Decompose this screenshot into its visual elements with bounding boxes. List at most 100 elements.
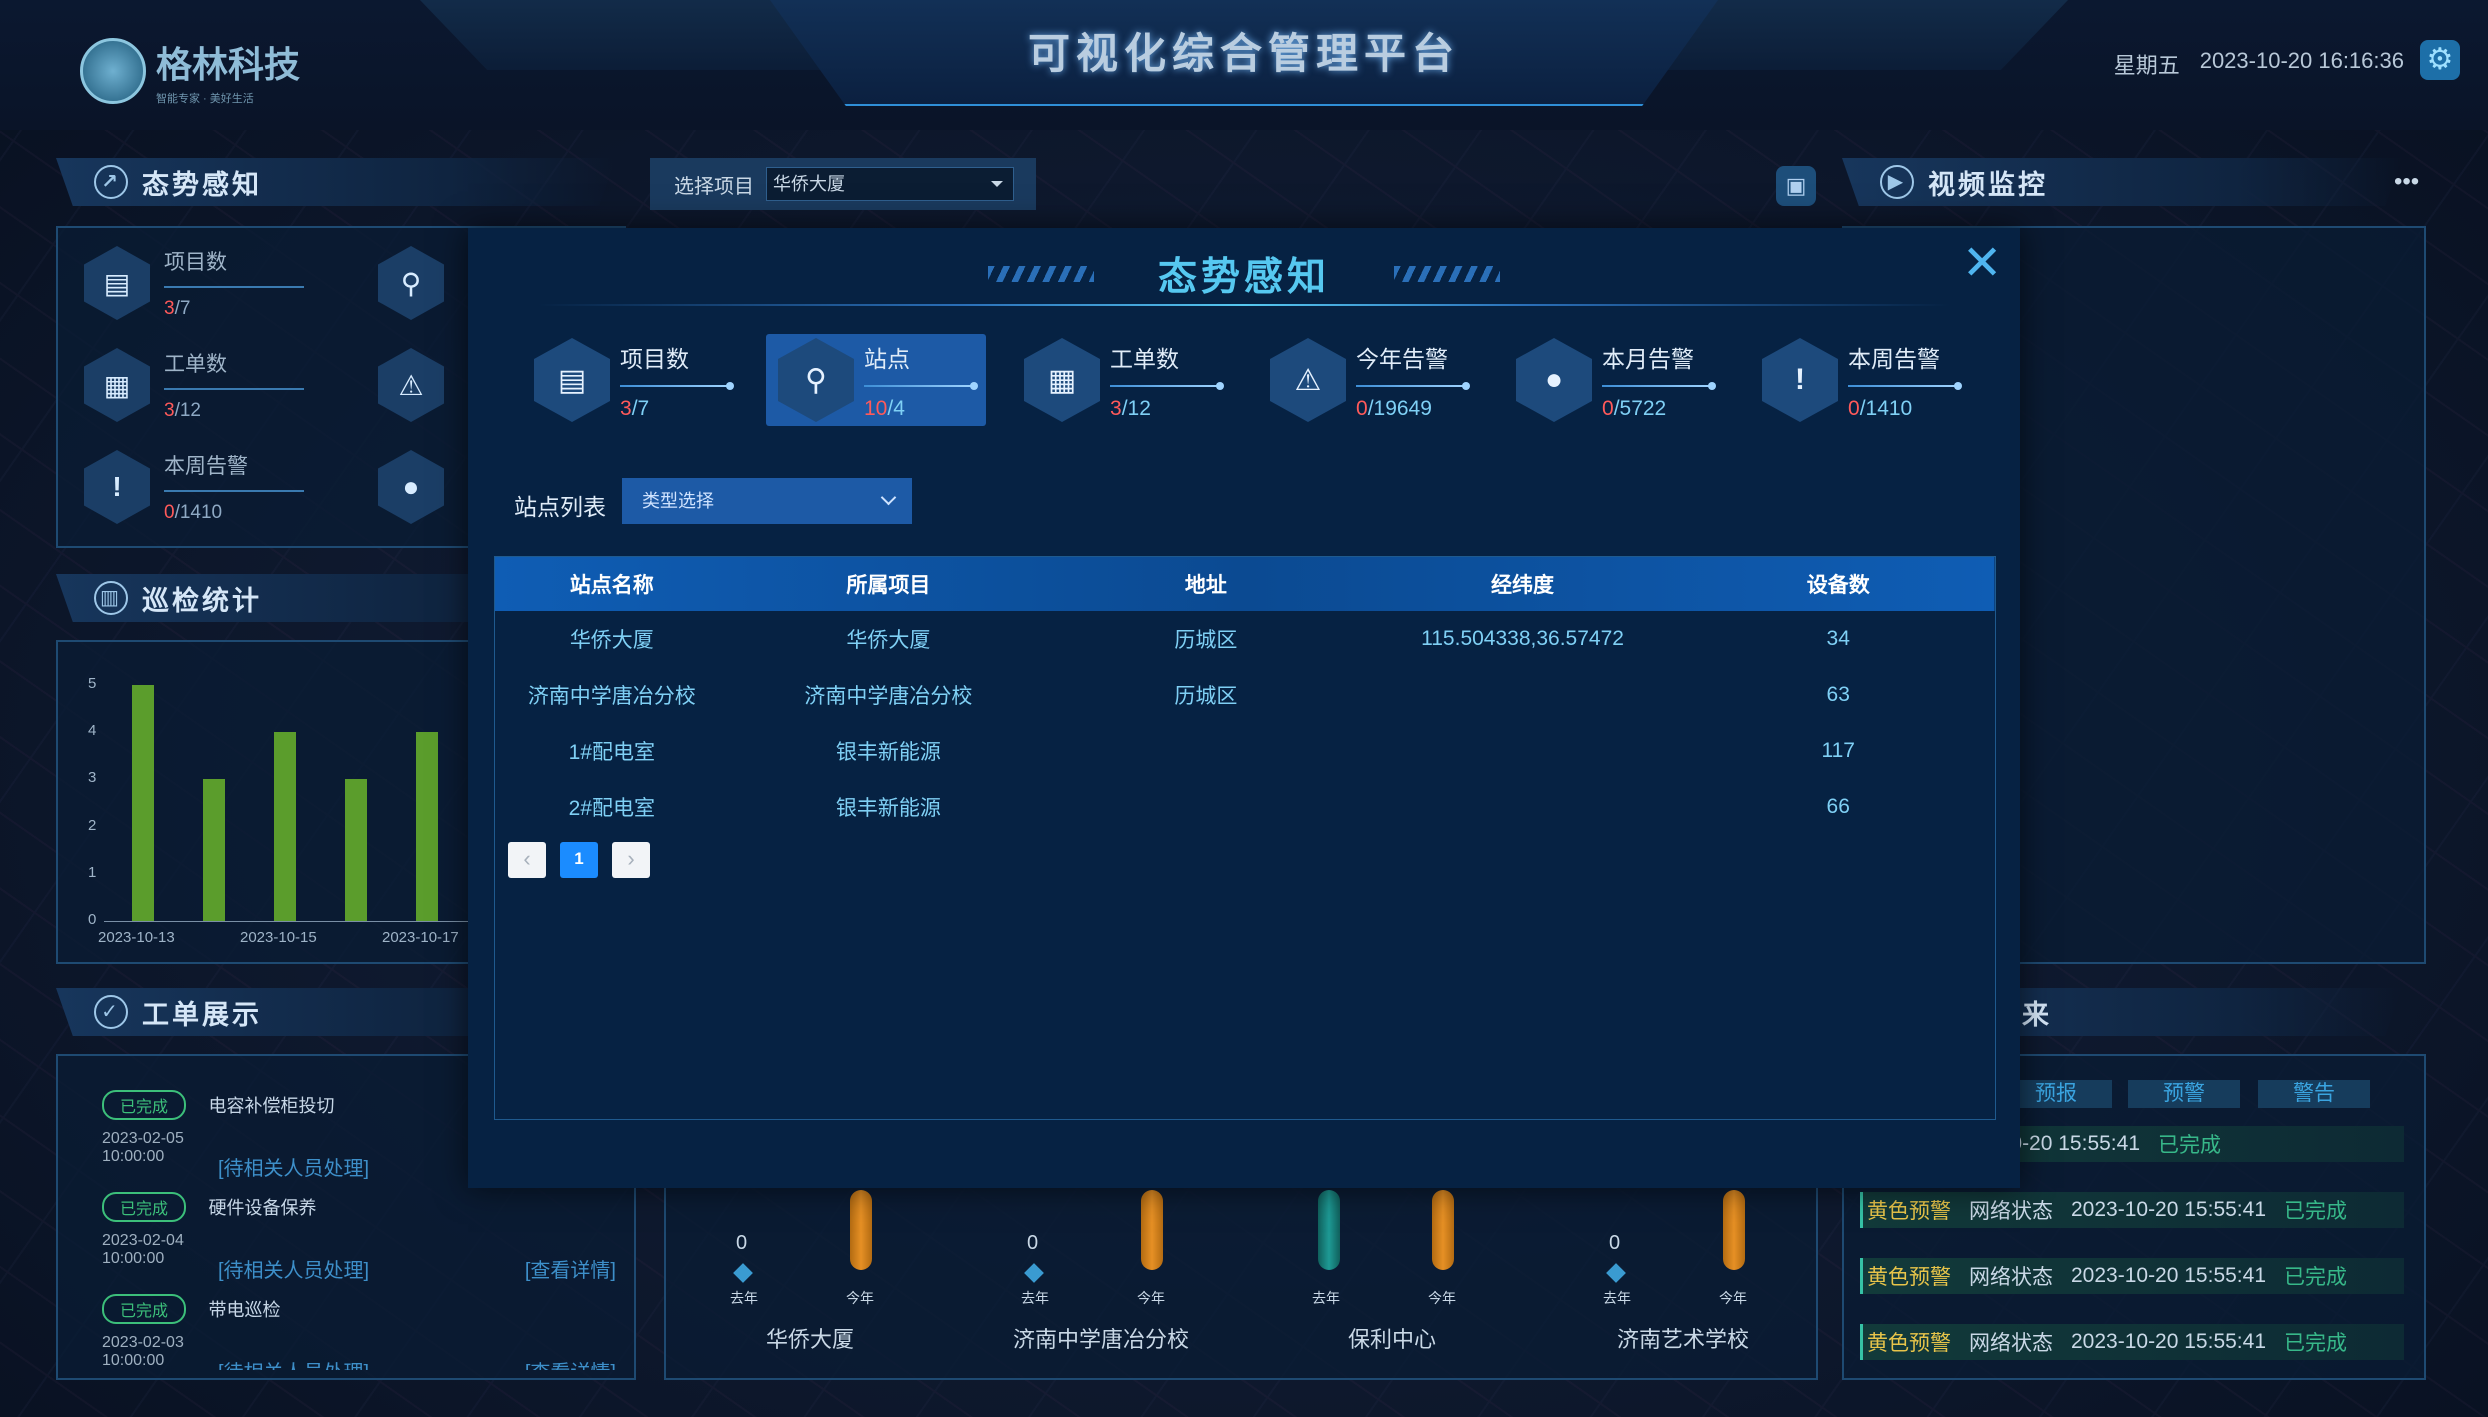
exclamation-icon: !	[84, 450, 150, 524]
stat-label: 本月告警	[1602, 345, 1694, 372]
close-icon[interactable]: ✕	[1962, 240, 2002, 288]
column-header[interactable]: 站点名称	[495, 557, 729, 611]
map-icon[interactable]: ▣	[1776, 166, 1816, 206]
alerts-title-text: 来	[2022, 999, 2052, 1030]
inspection-bar[interactable]	[274, 732, 296, 921]
play-icon: ▶	[1880, 165, 1914, 199]
stat-value: 3/12	[1110, 396, 1151, 420]
workorder-item[interactable]: 已完成 硬件设备保养 2023-02-04 10:00:00 [待相关人员处理] …	[70, 1192, 616, 1282]
mini-stat-line	[164, 490, 304, 492]
settings-gear-icon[interactable]: ⚙	[2420, 40, 2460, 80]
mini-stat-label: 本周告警	[164, 455, 248, 478]
column-header[interactable]: 地址	[1048, 557, 1364, 611]
last-year-label: 去年	[1603, 1290, 1631, 1306]
this-year-label: 今年	[1428, 1290, 1456, 1306]
column-header[interactable]: 经纬度	[1364, 557, 1682, 611]
tab-alarm[interactable]: 警告	[2258, 1080, 2370, 1108]
table-cell: 华侨大厦	[846, 629, 931, 652]
next-page-button[interactable]: ›	[612, 842, 650, 878]
page-button-current[interactable]: 1	[560, 842, 598, 878]
site-list-label: 站点列表	[514, 494, 606, 520]
last-year-label: 去年	[1021, 1290, 1049, 1306]
mini-stat-value: 3/12	[164, 400, 201, 421]
last-year-value: 0	[736, 1232, 748, 1254]
alert-row[interactable]: 黄色预警 网络状态 2023-10-20 15:55:41 已完成	[1860, 1258, 2404, 1294]
datetime: 星期五 2023-10-20 16:16:36	[2114, 48, 2404, 80]
alert-status: 已完成	[2284, 1266, 2347, 1289]
exclamation-icon: !	[1762, 338, 1838, 422]
y-tick-label: 0	[88, 911, 97, 928]
alert-level: 黄色预警	[1867, 1200, 1951, 1223]
view-details-link[interactable]: [查看详情]	[525, 1254, 616, 1283]
status-badge: 已完成	[102, 1192, 187, 1222]
stat-card-sites[interactable]: ⚲ 站点 10/4	[766, 334, 986, 426]
project-select-dropdown[interactable]: 华侨大厦	[766, 167, 1014, 201]
more-icon[interactable]: •••	[2394, 168, 2419, 196]
tab-warning[interactable]: 预警	[2128, 1080, 2240, 1108]
this-year-bar	[1723, 1190, 1745, 1270]
project-name-label: 济南中学唐冶分校	[1012, 1327, 1189, 1352]
alert-row[interactable]: 黄色预警 网络状态 2023-10-20 15:55:41 已完成	[1860, 1324, 2404, 1360]
type-select-dropdown[interactable]: 类型选择	[622, 478, 912, 524]
workorder-title-text: 工单展示	[142, 999, 262, 1030]
x-axis-line	[104, 921, 488, 922]
stat-label: 项目数	[620, 345, 689, 372]
table-cell	[1364, 667, 1682, 723]
stat-card-projects[interactable]: ▤ 项目数 3/7	[522, 334, 742, 426]
mini-stat-projects[interactable]: ▤ 项目数 3/7	[84, 246, 304, 320]
alert-time: 2023-10-20 15:55:41	[2071, 1198, 2266, 1221]
stat-card-workorders[interactable]: ▦ 工单数 3/12	[1012, 334, 1232, 426]
project-name-label: 保利中心	[1347, 1327, 1436, 1352]
stat-line	[1602, 381, 1716, 390]
document-icon: ▤	[534, 338, 610, 422]
clipboard-icon: ▦	[84, 348, 150, 422]
table-cell	[1364, 723, 1682, 779]
mini-stat-label: 项目数	[164, 251, 227, 274]
table-row[interactable]: 华侨大厦 华侨大厦 历城区 115.504338,36.57472 34	[495, 611, 1995, 667]
bar-chart-icon: ▥	[94, 581, 128, 615]
table-row[interactable]: 济南中学唐冶分校 济南中学唐冶分校 历城区 63	[495, 667, 1995, 723]
workorder-item[interactable]: 已完成 带电巡检 2023-02-0310:00:00 [待相关人员处理] [查…	[70, 1294, 616, 1370]
stat-card-week-alerts[interactable]: ! 本周告警 0/1410	[1750, 334, 1970, 426]
video-title-text: 视频监控	[1928, 169, 2048, 200]
stat-card-month-alerts[interactable]: ● 本月告警 0/5722	[1504, 334, 1724, 426]
y-tick-label: 1	[88, 863, 97, 881]
table-row[interactable]: 1#配电室 银丰新能源 117	[495, 723, 1995, 779]
table-cell: 银丰新能源	[835, 797, 941, 820]
clipboard-icon: ▦	[1024, 338, 1100, 422]
last-year-bar	[1318, 1190, 1340, 1270]
workorder-pending: [待相关人员处理]	[218, 1158, 370, 1180]
this-year-bar	[850, 1190, 872, 1270]
column-header[interactable]: 设备数	[1681, 557, 1995, 611]
mini-stat-workorders[interactable]: ▦ 工单数 3/12	[84, 348, 304, 422]
stat-card-year-alerts[interactable]: ⚠ 今年告警 0/19649	[1258, 334, 1478, 426]
workorder-date: 2023-02-03 10:00:00	[102, 1334, 184, 1369]
inspection-bar[interactable]	[203, 779, 225, 921]
workorder-date: 2023-02-05 10:00:00	[102, 1130, 184, 1165]
project-selector: 选择项目 华侨大厦	[650, 158, 1036, 210]
project-name-label: 华侨大厦	[765, 1327, 854, 1352]
inspection-bar[interactable]	[132, 685, 154, 921]
warning-icon: ⚠	[1270, 338, 1346, 422]
prev-page-button[interactable]: ‹	[508, 842, 546, 878]
inspection-bar[interactable]	[345, 779, 367, 921]
column-header[interactable]: 所属项目	[729, 557, 1049, 611]
mini-stat-week-alerts[interactable]: ! 本周告警 0/1410	[84, 450, 304, 524]
stat-value: 0/19649	[1356, 396, 1432, 420]
table-cell: 115.504338,36.57472	[1421, 627, 1624, 650]
alert-row[interactable]: 黄色预警 网络状态 2023-10-20 15:55:41 已完成	[1860, 1192, 2404, 1228]
workorder-pending: [待相关人员处理]	[218, 1356, 369, 1370]
alert-level: 黄色预警	[1867, 1266, 1951, 1289]
inspection-bar[interactable]	[416, 732, 438, 921]
table-cell	[1364, 779, 1682, 835]
table-cell: 66	[1826, 795, 1850, 818]
logo-text: 格林科技	[156, 44, 301, 85]
alert-status: 已完成	[2284, 1200, 2347, 1223]
last-year-label: 去年	[730, 1290, 758, 1306]
table-cell: 银丰新能源	[835, 741, 941, 764]
table-row[interactable]: 2#配电室 银丰新能源 66	[495, 779, 1995, 835]
alert-status: 已完成	[2284, 1332, 2347, 1355]
mini-stat-value: 0/1410	[164, 502, 223, 523]
table-cell: 历城区	[1174, 629, 1238, 652]
view-details-link[interactable]: [查看详情]	[525, 1356, 616, 1370]
